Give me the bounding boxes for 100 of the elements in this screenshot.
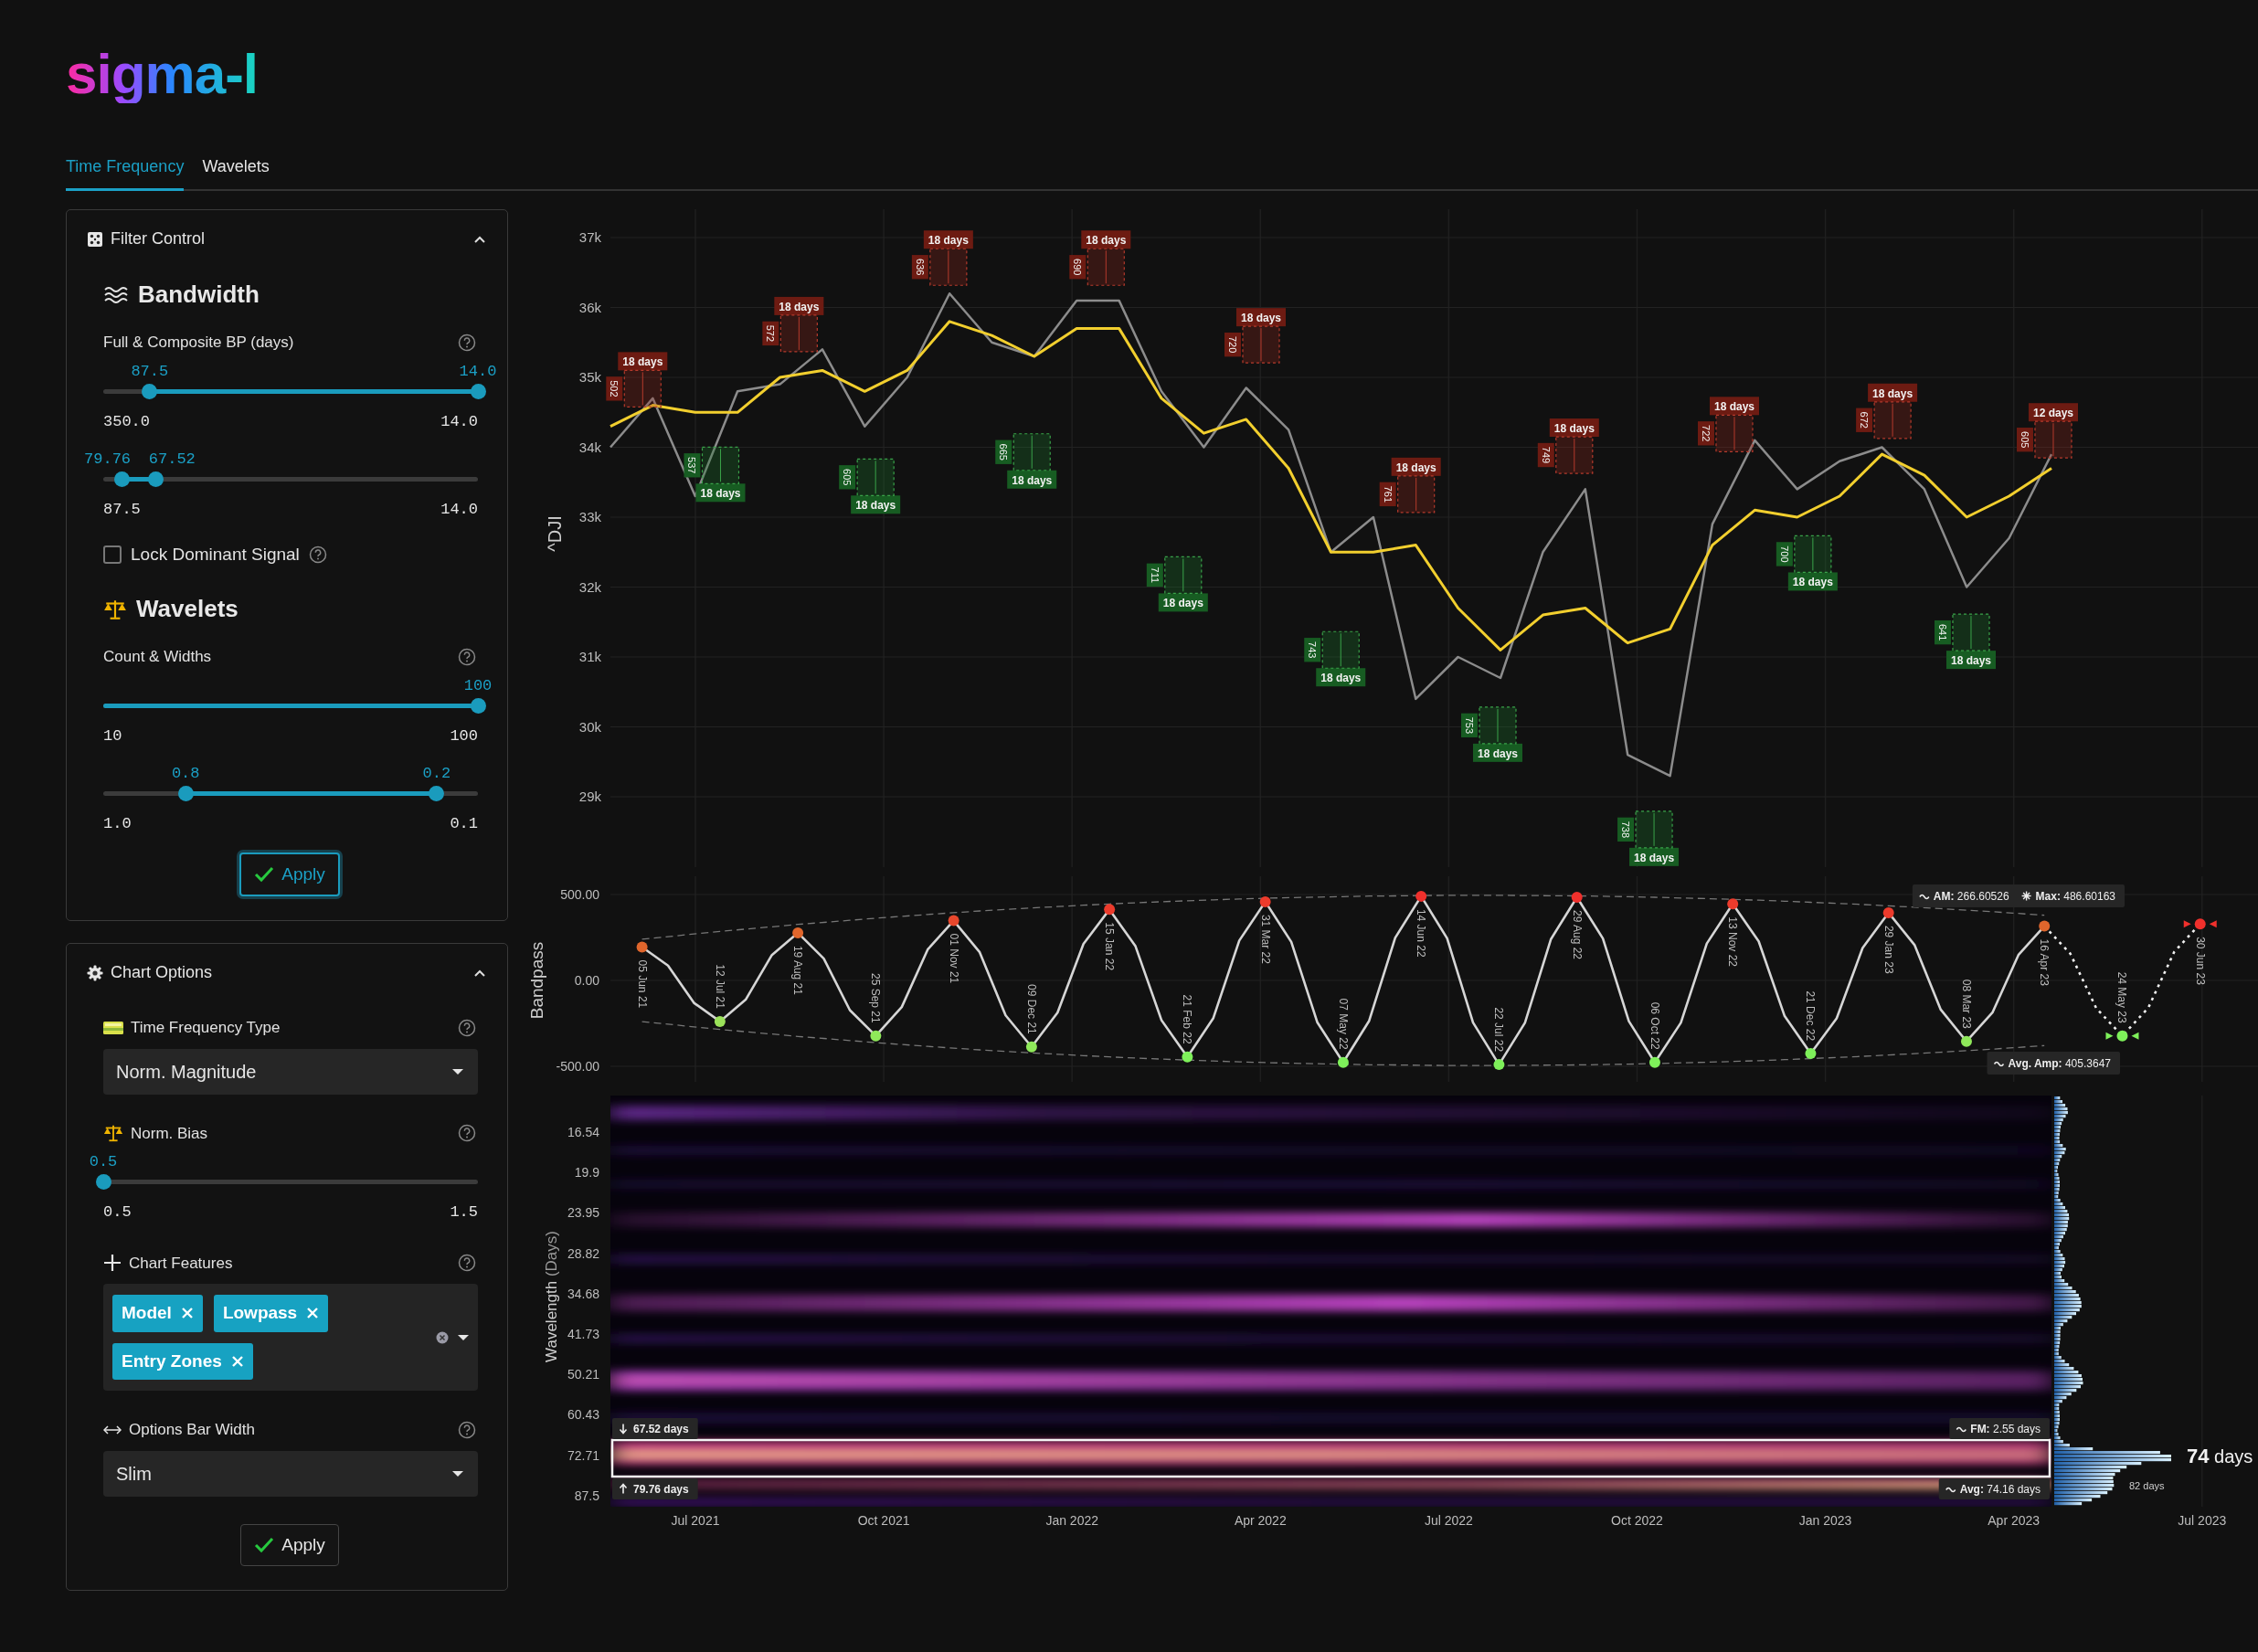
zone-duration-label: 18 days [1235,308,1286,327]
zone-count-label: 761 [1379,482,1396,507]
field-label: Norm. Bias [131,1123,209,1144]
date-label: 13 Nov 22 [1726,916,1740,968]
readout-text: 67.52 days [633,1422,689,1435]
date-label: 16 Apr 23 [2038,938,2051,987]
panel-title: Chart Options [111,962,214,984]
date-label: 21 Dec 22 [1804,990,1818,1042]
zone-count-label: 722 [1698,421,1714,446]
apply-button[interactable]: Apply [239,852,340,897]
zone-duration-label: 18 days [1709,397,1759,416]
axis-tick-label: 34k [578,439,601,455]
zone-count-label: 711 [1146,563,1163,588]
scale-label: 0.1 [450,814,478,835]
axis-tick-label: 34.68 [567,1286,599,1301]
tab[interactable]: Time Frequency [66,149,185,192]
apply-button[interactable]: Apply [240,1523,339,1567]
date-label: 30 Jun 23 [2193,937,2207,985]
axis-tick-label: Jul 2022 [1424,1513,1473,1529]
axis-tick-label: 35k [578,369,601,386]
axis-title: ^DJI [545,515,565,552]
axis-tick-label: 60.43 [567,1407,599,1423]
zone-count-label: 641 [1935,620,1951,645]
zone-duration-label: 18 days [1945,651,1996,670]
axis-tick-label: 29k [578,789,601,805]
readout-text: Avg: 74.16 days [1959,1482,2041,1496]
peak-label: 74 days [2187,1445,2253,1468]
readout-text: AM: 266.60526 [1933,889,2009,903]
slider-value: 79.76 [84,450,132,471]
date-label: 01 Nov 21 [947,933,960,984]
field-label: Full & Composite BP (days) [103,333,295,354]
axis-tick-label: 23.95 [567,1205,599,1221]
date-label: 29 Aug 22 [1570,910,1584,960]
axis-tick-label: 36k [578,299,601,315]
slider-value: 67.52 [148,450,196,471]
zone-duration-label: 18 days [1316,668,1366,687]
axis-tick-label: Oct 2021 [857,1513,910,1529]
axis-tick-label: 41.73 [567,1327,599,1342]
zone-duration-label: 18 days [774,297,824,315]
slider-value: 14.0 [459,361,497,382]
axis-title: Wavelength (Days) [543,1231,560,1363]
date-label: 31 Mar 22 [1258,915,1272,964]
field-label: Chart Features [129,1253,234,1274]
field-label: Options Bar Width [129,1420,256,1441]
axis-tick-label: 16.54 [567,1125,599,1140]
axis-tick-label: 72.71 [567,1447,599,1463]
date-label: 15 Jan 22 [1103,922,1117,971]
tab[interactable]: Wavelets [202,149,270,192]
zone-count-label: 743 [1304,638,1321,662]
axis-tick-label: 31k [578,649,601,665]
zone-count-label: 502 [606,376,623,401]
axis-tick-label: Jan 2023 [1798,1513,1852,1529]
date-label: 21 Feb 22 [1181,994,1194,1044]
scale-label: 0.5 [103,1202,132,1223]
zone-count-label: 720 [1224,333,1241,357]
zone-count-label: 537 [684,453,701,478]
slider-value: 0.2 [422,764,451,785]
axis-tick-label: 19.9 [574,1165,599,1181]
scale-label: 14.0 [440,411,478,432]
date-label: 25 Sep 21 [869,973,883,1023]
readout-text: FM: 2.55 days [1970,1422,2041,1435]
date-label: 05 Jun 21 [635,959,649,1009]
zone-count-label: 738 [1617,817,1635,842]
scale-label: 100 [450,725,478,747]
scale-label: 87.5 [103,500,141,521]
slider-value: 0.5 [89,1152,118,1173]
scale-label: 10 [103,725,122,747]
checkbox-label: Lock Dominant Signal [131,543,300,566]
zone-count-label: 636 [911,255,928,280]
peak-label: 82 days [2129,1480,2165,1492]
axis-tick-label: 0.00 [574,973,599,989]
zone-count-label: 690 [1069,255,1087,280]
date-label: 12 Jul 21 [713,964,726,1010]
axis-tick-label: 33k [578,509,601,525]
zone-duration-label: 18 days [695,483,746,503]
axis-tick-label: 32k [578,578,601,595]
zone-count-label: 672 [1856,408,1873,433]
readout-text: Avg. Amp: 405.3647 [2008,1056,2111,1070]
date-label: 07 May 22 [1336,998,1350,1050]
axis-tick-label: Jan 2022 [1045,1513,1098,1529]
scale-label: 1.0 [103,814,132,835]
axis-tick-label: 500.00 [560,887,599,903]
date-label: 09 Dec 21 [1024,984,1038,1034]
field-label: Time Frequency Type [131,1018,281,1039]
date-label: 14 Jun 22 [1415,908,1428,958]
slider-value: 100 [463,675,493,696]
scale-label: 14.0 [440,500,478,521]
date-label: 06 Oct 22 [1648,1001,1661,1050]
scale-label: 350.0 [103,411,150,432]
axis-tick-label: Jul 2023 [2178,1513,2227,1529]
select-field[interactable]: Slim [103,1450,478,1497]
select-field[interactable]: Norm. Magnitude [103,1048,478,1095]
date-label: 29 Jan 23 [1882,926,1895,974]
panel-title: Filter Control [111,228,207,250]
date-label: 24 May 23 [2115,971,2129,1023]
zone-duration-label: 18 days [618,352,668,371]
zone-duration-label: 18 days [1007,470,1057,489]
zone-count-label: 572 [762,321,779,346]
section-heading: Bandwidth [138,280,260,311]
axis-tick-label: Apr 2022 [1234,1513,1287,1529]
